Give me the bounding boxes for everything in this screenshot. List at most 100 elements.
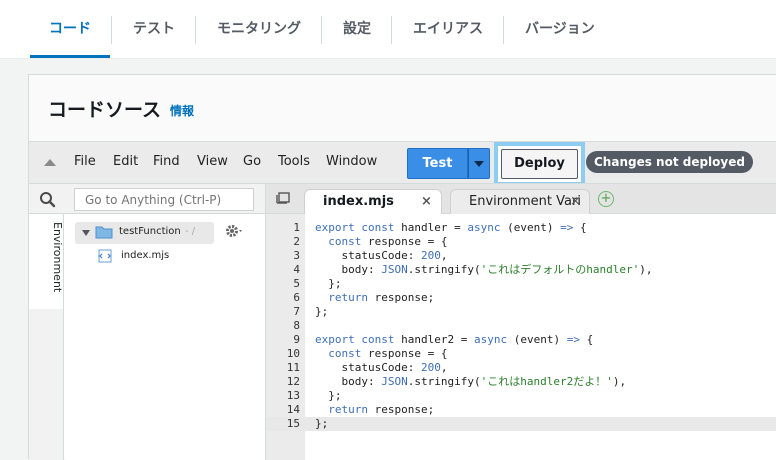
line-number: 8 (293, 319, 300, 332)
code-line[interactable]: 3 statusCode: 200, (266, 249, 776, 263)
tab-monitoring[interactable]: モニタリング (197, 0, 321, 59)
menu-file[interactable]: File (74, 154, 96, 169)
code-text: body: JSON.stringify('これはhandler2だよ！'), (315, 375, 627, 388)
code-line[interactable]: 6 return response; (266, 291, 776, 305)
info-link[interactable]: 情報 (170, 102, 194, 119)
close-tab-icon[interactable]: × (421, 190, 432, 214)
ide-menubar: File Edit Find View Go Tools Window Test… (29, 141, 776, 186)
editor-tab-bar: index.mjs × Environment Vari × + (265, 183, 776, 215)
status-badge: Changes not deployed (586, 151, 753, 173)
goto-anything-input[interactable] (74, 188, 254, 211)
menu-go[interactable]: Go (243, 154, 261, 169)
line-number: 9 (293, 333, 300, 346)
code-line[interactable]: 14 return response; (266, 403, 776, 417)
line-number: 6 (293, 291, 300, 304)
tab-list-icon[interactable] (276, 192, 290, 204)
code-text: }; (315, 417, 329, 430)
js-file-icon (98, 249, 112, 263)
test-dropdown-button[interactable] (468, 148, 490, 179)
menu-view[interactable]: View (197, 154, 228, 169)
panel-header: コードソース 情報 (29, 75, 776, 141)
file-tree: testFunction - / index.mjs (65, 214, 265, 460)
editor-tab-label: index.mjs (323, 194, 394, 209)
line-number: 15 (286, 417, 300, 430)
tab-divider (195, 16, 196, 44)
code-line[interactable]: 4 body: JSON.stringify('これはデフォルトのhandler… (266, 263, 776, 277)
menu-find[interactable]: Find (153, 154, 180, 169)
deploy-highlight: Deploy (494, 142, 585, 186)
code-line[interactable]: 8 (266, 319, 776, 333)
tab-code[interactable]: コード (29, 0, 111, 59)
line-number: 11 (286, 361, 300, 374)
code-text: body: JSON.stringify('これはデフォルトのhandler')… (315, 263, 653, 276)
vertical-tab-strip (29, 309, 64, 460)
code-line[interactable]: 2 const response = { (266, 235, 776, 249)
line-number: 1 (293, 221, 300, 234)
line-number: 3 (293, 249, 300, 262)
tab-divider (391, 16, 392, 44)
tab-divider (321, 16, 322, 44)
code-text: return response; (328, 291, 435, 304)
editor-tab-index[interactable]: index.mjs × (304, 189, 442, 215)
top-tab-bar: コード テスト モニタリング 設定 エイリアス バージョン (0, 0, 776, 59)
tab-versions[interactable]: バージョン (505, 0, 615, 59)
code-text: const response = { (328, 235, 448, 248)
menu-tools[interactable]: Tools (278, 154, 310, 169)
folder-icon (95, 226, 113, 239)
collapse-triangle-icon[interactable] (44, 159, 56, 166)
code-text: }; (315, 277, 342, 290)
tree-folder-row[interactable]: testFunction - / (75, 222, 214, 244)
line-number: 14 (286, 403, 300, 416)
code-source-panel: コードソース 情報 File Edit Find View Go Tools W… (28, 74, 776, 460)
tab-aliases[interactable]: エイリアス (393, 0, 503, 59)
code-text: return response; (328, 403, 435, 416)
code-text: statusCode: 200, (315, 249, 448, 262)
code-line[interactable]: 13 }; (266, 389, 776, 403)
code-line[interactable]: 10 const response = { (266, 347, 776, 361)
code-text: export const handler2 = async (event) =>… (315, 333, 594, 346)
gear-icon[interactable] (225, 223, 245, 239)
file-name: index.mjs (121, 250, 170, 261)
line-number: 7 (293, 305, 300, 318)
line-number: 10 (286, 347, 300, 360)
code-text: }; (315, 389, 342, 402)
code-editor[interactable]: 1 export const handler = async (event) =>… (265, 214, 776, 460)
deploy-button[interactable]: Deploy (501, 149, 578, 179)
code-text: export const handler = async (event) => … (315, 221, 587, 234)
line-number: 2 (293, 235, 300, 248)
add-tab-icon[interactable]: + (598, 191, 614, 207)
code-line[interactable]: 11 statusCode: 200, (266, 361, 776, 375)
code-text: }; (315, 305, 329, 318)
expand-triangle-icon[interactable] (82, 230, 90, 236)
code-line[interactable]: 1 export const handler = async (event) =>… (266, 221, 776, 235)
folder-path: - / (185, 226, 196, 237)
tab-divider (111, 16, 112, 44)
tab-test[interactable]: テスト (113, 0, 195, 59)
tab-settings[interactable]: 設定 (323, 0, 391, 59)
panel-title: コードソース (48, 99, 162, 121)
code-line[interactable]: 9 export const handler2 = async (event) =… (266, 333, 776, 347)
code-line[interactable]: 5 }; (266, 277, 776, 291)
folder-name: testFunction (119, 226, 181, 237)
environment-vertical-tab[interactable]: Environment (29, 214, 64, 309)
line-number: 13 (286, 389, 300, 402)
tab-divider (503, 16, 504, 44)
goto-bar (29, 183, 265, 214)
code-text: statusCode: 200, (315, 361, 448, 374)
environment-tab-label: Environment (51, 222, 64, 293)
code-line[interactable]: 7}; (266, 305, 776, 319)
code-line[interactable]: 15}; (266, 417, 776, 431)
close-tab-icon[interactable]: × (570, 190, 581, 214)
test-button[interactable]: Test (407, 148, 468, 179)
line-number: 5 (293, 277, 300, 290)
caret-down-icon (474, 161, 484, 167)
code-text: const response = { (328, 347, 448, 360)
editor-tab-label: Environment Vari (469, 194, 581, 209)
line-number: 12 (286, 375, 300, 388)
editor-tab-environment[interactable]: Environment Vari × (450, 189, 590, 215)
line-number: 4 (293, 263, 300, 276)
menu-edit[interactable]: Edit (113, 154, 138, 169)
search-icon[interactable] (39, 191, 56, 208)
code-line[interactable]: 12 body: JSON.stringify('これはhandler2だよ！'… (266, 375, 776, 389)
menu-window[interactable]: Window (326, 154, 377, 169)
